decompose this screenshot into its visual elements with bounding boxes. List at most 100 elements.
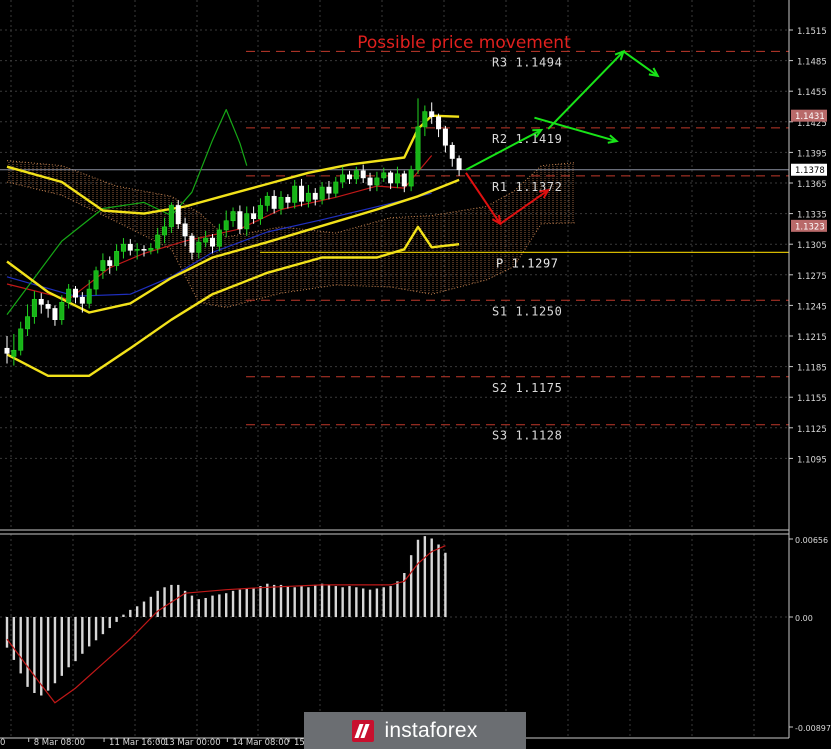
candle-body [401, 173, 407, 187]
candle-body [251, 213, 257, 220]
time-tick-label: 13 Mar 00:00 [164, 738, 221, 748]
candle-body [422, 111, 428, 128]
candle-body [326, 186, 332, 194]
candle-body [264, 195, 270, 206]
candle-body [107, 260, 113, 266]
pivot-label-s2: S2 1.1175 [492, 381, 562, 395]
chart-background [0, 0, 831, 749]
candle-body [210, 237, 216, 247]
time-tick-label: 11 Mar 16:00 [109, 738, 166, 748]
candle-body [155, 234, 161, 249]
oscillator-tick-label: -0.00897 [795, 724, 831, 733]
candle-body [456, 158, 462, 171]
price-tick-label: 1.1365 [797, 180, 827, 190]
candle-body [25, 316, 31, 330]
price-tick-label: 1.1335 [797, 211, 827, 221]
candle-body [305, 192, 311, 202]
candle-body [340, 174, 346, 183]
price-tick-label: 1.1455 [797, 88, 827, 98]
candle-body [45, 304, 51, 309]
candle-body [292, 185, 298, 203]
oscillator-tick-label: 0.00656 [795, 536, 828, 545]
candle-body [120, 243, 126, 252]
candle-body [168, 205, 174, 228]
price-marker-label: 1.1378 [795, 166, 825, 176]
pivot-label-r1: R1 1.1372 [492, 180, 562, 194]
price-tick-label: 1.1275 [797, 272, 827, 282]
candle-body [38, 298, 44, 305]
candle-body [230, 211, 236, 222]
price-tick-label: 1.1485 [797, 58, 827, 68]
candle-body [223, 220, 229, 231]
candle-body [134, 249, 140, 251]
logo-text: instaforex [384, 718, 478, 742]
price-tick-label: 1.1155 [797, 394, 827, 404]
candle-body [367, 177, 373, 186]
price-tick-label: 1.1305 [797, 241, 827, 251]
candle-body [299, 185, 305, 202]
instaforex-logo-icon [352, 719, 375, 742]
candle-body [175, 205, 181, 225]
candle-body [52, 308, 58, 320]
candle-body [408, 169, 414, 187]
pivot-label-s1: S1 1.1250 [492, 304, 562, 318]
candle-body [216, 229, 222, 247]
candle-body [66, 288, 72, 303]
candle-body [196, 241, 202, 253]
time-tick-fragment: 0 [0, 738, 5, 748]
candle-body [203, 237, 209, 243]
candle-body [346, 174, 352, 180]
price-tick-label: 1.1515 [797, 27, 827, 37]
pivot-label-p: P 1.1297 [496, 256, 559, 270]
candle-body [114, 251, 120, 266]
time-tick-label: 8 Mar 08:00 [34, 738, 85, 748]
candle-body [415, 126, 421, 171]
candle-body [18, 328, 24, 351]
candle-body [394, 173, 400, 184]
pivot-label-r3: R3 1.1494 [492, 55, 562, 69]
candle-body [59, 302, 65, 320]
candle-body [429, 111, 435, 117]
time-tick-label: 14 Mar 08:00 [232, 738, 289, 748]
candle-body [162, 226, 168, 236]
candle-body [4, 347, 10, 354]
candle-body [79, 296, 85, 304]
candle-body [141, 249, 147, 251]
candle-body [271, 195, 277, 209]
instaforex-logo: instaforex [304, 712, 526, 749]
candle-body [278, 196, 284, 209]
candle-body [257, 205, 263, 220]
candle-body [237, 211, 243, 230]
candle-body [73, 288, 79, 298]
candle-body [182, 223, 188, 237]
forex-chart: R3 1.1494 R2 1.1419 R1 1.1372 P 1.1297 S1 1.… [0, 0, 831, 749]
price-tick-label: 1.1125 [797, 425, 827, 435]
candle-body [100, 260, 106, 272]
price-tick-label: 1.1215 [797, 333, 827, 343]
pivot-label-r2: R2 1.1419 [492, 132, 562, 146]
price-tick-label: 1.1245 [797, 302, 827, 312]
candle-body [442, 128, 448, 146]
candle-body [353, 170, 359, 180]
candle-body [333, 181, 339, 194]
price-tick-label: 1.1185 [797, 364, 827, 374]
oscillator-tick-label: 0.00 [795, 614, 813, 623]
price-tick-label: 1.1395 [797, 149, 827, 159]
candle-body [93, 270, 99, 290]
candle-body [436, 116, 442, 130]
candle-body [388, 172, 394, 184]
candle-body [86, 288, 92, 304]
candle-body [11, 349, 17, 357]
candle-body [189, 235, 195, 253]
candle-body [127, 243, 133, 251]
candle-body [449, 144, 455, 159]
candle-body [244, 213, 250, 230]
candle-body [360, 170, 366, 179]
candle-body [319, 186, 325, 200]
candle-body [31, 298, 37, 317]
candle-body [374, 177, 380, 186]
candle-body [285, 196, 291, 203]
candle-body [381, 172, 387, 179]
price-tick-label: 1.1095 [797, 455, 827, 465]
chart-title: Possible price movement [357, 33, 571, 53]
